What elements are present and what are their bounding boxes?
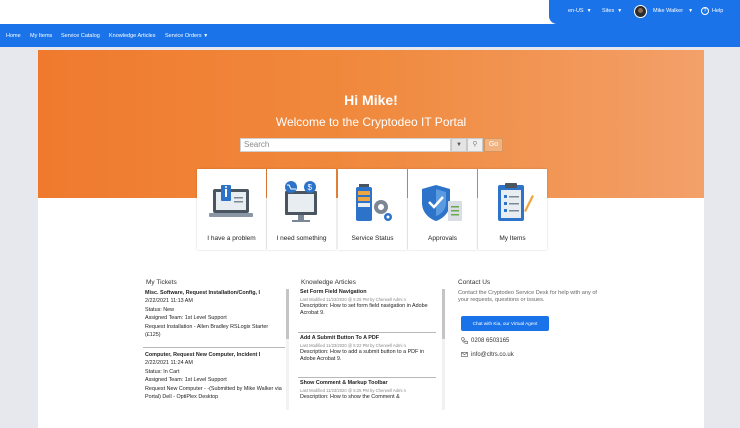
user-name: Mike Walker — [653, 8, 684, 14]
sites-label: Sites — [602, 8, 615, 14]
tile-i-need-something[interactable]: $ I need something — [267, 169, 336, 250]
search-input[interactable]: Search — [240, 138, 451, 152]
scrollbar-thumb[interactable] — [286, 289, 289, 339]
nav-home[interactable]: Home — [6, 33, 21, 39]
contact-email[interactable]: info@cltrs.co.uk — [461, 351, 514, 358]
contact-phone[interactable]: 0208 6503165 — [461, 337, 509, 344]
scrollbar[interactable] — [286, 289, 289, 410]
tile-label: Approvals — [428, 235, 457, 242]
article-item[interactable]: Add A Submit Button To A PDF Last Modifi… — [300, 335, 436, 364]
tile-label: My Items — [499, 235, 526, 242]
article-item[interactable]: Set Form Field Navigation Last Modified … — [300, 289, 436, 318]
phone-number: 0208 6503165 — [471, 337, 510, 344]
shield-check-icon — [422, 185, 462, 221]
nav-service-catalog[interactable]: Service Catalog — [61, 33, 100, 39]
phone-icon — [461, 337, 468, 344]
divider — [143, 347, 285, 348]
user-menu[interactable]: Mike Walker ▼ — [653, 8, 693, 14]
clipboard-list-icon — [498, 183, 534, 221]
chat-virtual-agent-button[interactable]: Chat with Kia, our Virtual Agent — [461, 316, 549, 331]
monitor-cart-icon: $ — [285, 181, 317, 222]
article-title: Show Comment & Markup Toolbar — [300, 380, 388, 386]
knowledge-list[interactable]: Set Form Field Navigation Last Modified … — [298, 289, 446, 410]
search-scope-dropdown[interactable]: ▼ — [451, 138, 467, 152]
chevron-down-icon: ▼ — [617, 8, 623, 14]
svg-text:$: $ — [308, 183, 313, 192]
tile-service-status[interactable]: Service Status — [338, 169, 407, 250]
locale-selector[interactable]: en-US ▼ — [568, 8, 592, 14]
chevron-down-icon: ▼ — [456, 142, 462, 148]
help-menu[interactable]: ? Help — [701, 7, 723, 15]
chevron-down-icon: ▼ — [586, 8, 592, 14]
search-options-button[interactable]: ⚲ — [467, 138, 483, 152]
ticket-item[interactable]: Computer, Request New Computer, Incident… — [145, 351, 283, 401]
knowledge-articles-panel: Knowledge Articles Set Form Field Naviga… — [298, 278, 446, 410]
divider — [298, 377, 436, 378]
tile-my-items[interactable]: My Items — [478, 169, 547, 250]
panel-title: Knowledge Articles — [301, 279, 356, 286]
article-title: Add A Submit Button To A PDF — [300, 335, 380, 341]
greeting: Hi Mike! — [344, 92, 398, 108]
ticket-date: 2/22/2021 11:24 AM — [145, 360, 193, 367]
nav-service-orders-label: Service Orders — [165, 33, 202, 39]
locale-label: en-US — [568, 8, 584, 14]
tile-approvals[interactable]: Approvals — [408, 169, 477, 250]
chevron-down-icon: ▼ — [203, 33, 209, 39]
ticket-description: Request New Computer - -(Submitted by Mi… — [145, 385, 282, 401]
ticket-status: Status: In Cart — [145, 368, 180, 375]
article-title: Set Form Field Navigation — [300, 289, 367, 295]
help-icon: ? — [701, 7, 709, 15]
tickets-list[interactable]: Misc. Software, Request Installation/Con… — [143, 289, 290, 410]
email-icon — [461, 352, 468, 357]
article-description: Description: How to add a submit button … — [300, 348, 425, 363]
ticket-team: Assigned Team: 1st Level Support — [145, 377, 227, 384]
contact-description: Contact the Cryptodeo Service Desk for h… — [458, 290, 597, 303]
welcome-title: Welcome to the Cryptodeo IT Portal — [275, 115, 467, 129]
sites-menu[interactable]: Sites ▼ — [602, 8, 622, 14]
battery-gear-icon — [356, 184, 392, 221]
ticket-title: Computer, Request New Computer, Incident… — [145, 352, 261, 358]
tile-label: Service Status — [351, 235, 394, 242]
article-description: Description: How to set form field navig… — [300, 302, 428, 317]
article-description: Description: How to show the Comment & — [300, 393, 400, 400]
main-nav: Home My Items Service Catalog Knowledge … — [0, 24, 740, 47]
my-tickets-panel: My Tickets Misc. Software, Request Insta… — [143, 278, 290, 410]
panel-title: My Tickets — [146, 279, 177, 286]
search-go-button[interactable]: Go — [484, 138, 503, 152]
top-utility-bar: en-US ▼ Sites ▼ Mike Walker ▼ ? Help — [0, 0, 740, 24]
avatar[interactable] — [634, 5, 647, 18]
scrollbar-thumb[interactable] — [442, 289, 445, 339]
tile-label: I need something — [276, 235, 327, 242]
divider — [298, 332, 436, 333]
help-label: Help — [712, 8, 724, 14]
nav-my-items[interactable]: My Items — [30, 33, 52, 39]
ticket-title: Misc. Software, Request Installation/Con… — [145, 290, 261, 296]
tile-label: I have a problem — [207, 235, 256, 242]
contact-us-panel: Contact Us Contact the Cryptodeo Service… — [455, 278, 603, 410]
chevron-down-icon: ▼ — [688, 8, 694, 14]
laptop-info-icon — [209, 185, 253, 217]
panel-title: Contact Us — [458, 279, 491, 286]
email-address: info@cltrs.co.uk — [471, 351, 514, 358]
nav-service-orders[interactable]: Service Orders ▼ — [165, 33, 208, 39]
tile-i-have-a-problem[interactable]: I have a problem — [197, 169, 266, 250]
link-icon: ⚲ — [472, 141, 478, 148]
scrollbar[interactable] — [442, 289, 445, 410]
article-item[interactable]: Show Comment & Markup Toolbar Last Modif… — [300, 380, 436, 401]
ticket-status: Status: New — [145, 306, 175, 313]
ticket-date: 2/22/2021 11:13 AM — [145, 298, 193, 305]
ticket-item[interactable]: Misc. Software, Request Installation/Con… — [145, 289, 283, 339]
ticket-team: Assigned Team: 1st Level Support — [145, 315, 227, 322]
ticket-description: Request Installation - Allen Bradley RSL… — [145, 323, 269, 339]
nav-knowledge-articles[interactable]: Knowledge Articles — [109, 33, 155, 39]
